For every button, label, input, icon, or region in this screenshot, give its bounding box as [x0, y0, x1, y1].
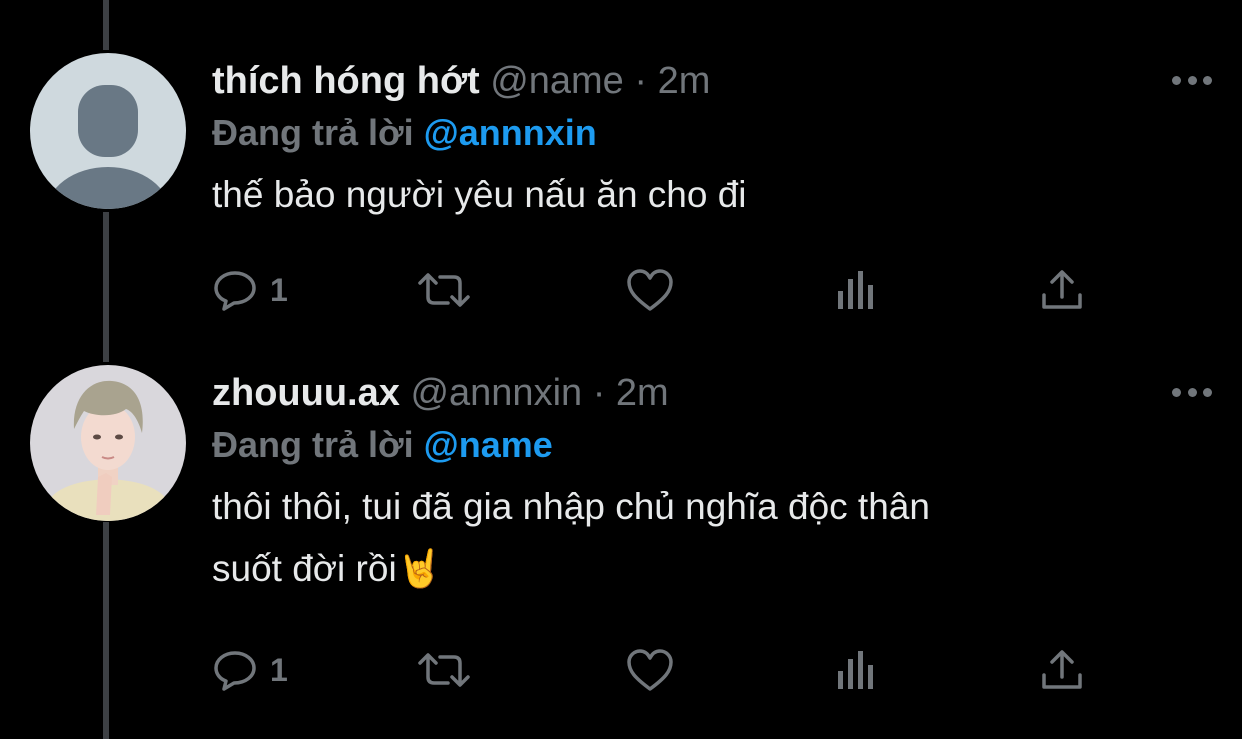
share-icon	[1042, 650, 1082, 689]
avatar-default-icon[interactable]	[30, 53, 186, 209]
share-button[interactable]	[1040, 645, 1084, 695]
profile-photo-icon	[30, 365, 186, 521]
share-icon	[1042, 270, 1082, 309]
analytics-icon	[838, 651, 873, 689]
share-button[interactable]	[1040, 265, 1084, 315]
like-icon	[627, 269, 673, 311]
like-icon	[627, 649, 673, 691]
more-dot	[1172, 75, 1181, 85]
tweet-header: thích hóng hớt @name · 2m	[212, 58, 1182, 104]
more-dot	[1187, 387, 1197, 397]
user-handle[interactable]: @annnxin	[410, 372, 582, 414]
like-button[interactable]	[625, 265, 675, 315]
like-button[interactable]	[625, 645, 675, 695]
user-handle[interactable]: @name	[490, 60, 624, 102]
retweet-icon	[418, 273, 470, 307]
tweet-header: zhouuu.ax @annnxin · 2m	[212, 370, 1182, 416]
more-dot	[1172, 387, 1181, 397]
retweet-button[interactable]	[414, 265, 474, 315]
reply-count: 1	[270, 651, 288, 688]
tweet-text-line: thôi thôi, tui đã gia nhập chủ nghĩa độc…	[212, 486, 930, 527]
timestamp[interactable]: 2m	[616, 372, 669, 414]
reply-button[interactable]: 1	[212, 645, 288, 695]
tweet[interactable]: thích hóng hớt @name · 2m Đang trả lời @…	[0, 0, 1242, 360]
action-bar: 1	[212, 265, 1092, 315]
timestamp[interactable]: 2m	[658, 60, 711, 102]
more-dot	[1203, 75, 1212, 85]
tweet[interactable]: zhouuu.ax @annnxin · 2m Đang trả lời @na…	[0, 360, 1242, 739]
more-options-icon[interactable]	[1172, 385, 1212, 399]
reply-mention-link[interactable]: @name	[424, 424, 553, 465]
avatar-photo[interactable]	[30, 365, 186, 521]
separator-dot: ·	[592, 372, 606, 414]
reply-icon	[214, 651, 256, 691]
tweet-text: thế bảo người yêu nấu ăn cho đi	[212, 164, 1182, 226]
action-bar: 1	[212, 645, 1092, 695]
replying-to-label: Đang trả lời	[212, 424, 414, 465]
more-dot	[1203, 387, 1212, 397]
analytics-icon	[838, 271, 873, 309]
analytics-button[interactable]	[834, 645, 878, 695]
tweet-text-line: thế bảo người yêu nấu ăn cho đi	[212, 174, 747, 215]
retweet-button[interactable]	[414, 645, 474, 695]
reply-mention-link[interactable]: @annnxin	[424, 112, 597, 153]
replying-to: Đang trả lời @annnxin	[212, 110, 1182, 156]
separator-dot: ·	[634, 60, 648, 102]
replying-to-label: Đang trả lời	[212, 112, 414, 153]
more-dot	[1187, 75, 1197, 85]
analytics-button[interactable]	[834, 265, 878, 315]
display-name[interactable]: thích hóng hớt	[212, 60, 480, 102]
reply-count: 1	[270, 271, 288, 308]
reply-button[interactable]: 1	[212, 265, 288, 315]
tweet-text-line: suốt đời rồi🤘	[212, 548, 443, 589]
more-options-icon[interactable]	[1172, 73, 1212, 87]
retweet-icon	[418, 653, 470, 687]
display-name[interactable]: zhouuu.ax	[212, 372, 400, 414]
tweet-text: thôi thôi, tui đã gia nhập chủ nghĩa độc…	[212, 476, 1182, 600]
replying-to: Đang trả lời @name	[212, 422, 1182, 468]
reply-icon	[214, 271, 256, 311]
